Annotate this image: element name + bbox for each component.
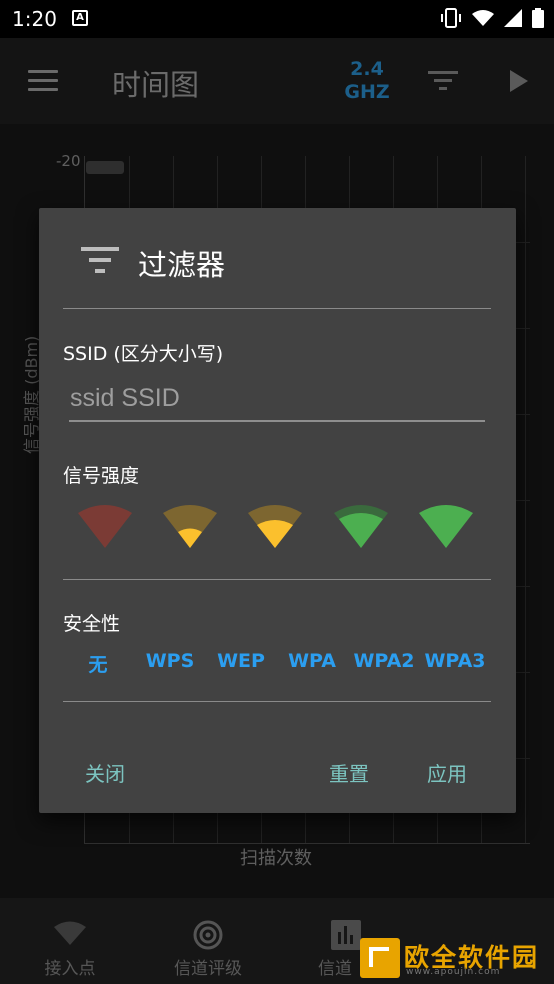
signal-medium-icon[interactable] [247, 504, 303, 550]
wifi-status-icon [472, 10, 494, 26]
nav-access-points[interactable]: 接入点 [0, 898, 140, 984]
radar-icon [193, 920, 223, 950]
reset-button[interactable]: 重置 [329, 758, 369, 787]
signal-low-icon[interactable] [162, 504, 218, 550]
apply-button[interactable]: 应用 [427, 758, 467, 787]
y-tick-label: -20 [56, 152, 81, 170]
play-icon[interactable] [510, 70, 528, 92]
nav-label: 信道评级 [174, 959, 242, 979]
watermark-url: www.apoujin.com [406, 967, 501, 977]
security-option-wpa3[interactable]: WPA3 [423, 650, 487, 672]
vibrate-icon [441, 8, 461, 28]
band-unit: GHZ [344, 81, 390, 103]
security-option-wps[interactable]: WPS [138, 650, 202, 672]
status-time: 1:20 [12, 7, 57, 31]
signal-excellent-icon[interactable] [418, 504, 474, 550]
status-icons [440, 8, 544, 28]
notification-icon: A [72, 10, 88, 26]
status-bar: 1:20 A [0, 0, 554, 38]
dialog-title: 过滤器 [138, 248, 226, 282]
chart-legend [86, 161, 124, 174]
page-title: 时间图 [112, 68, 200, 102]
watermark-logo-icon [360, 938, 400, 978]
signal-none-icon[interactable] [77, 504, 133, 550]
filter-dialog: 过滤器 SSID (区分大小写) 信号强度 安全性 无 WPS WEP WPA … [39, 208, 516, 813]
battery-icon [532, 8, 544, 28]
menu-icon[interactable] [28, 70, 58, 92]
signal-good-icon[interactable] [333, 504, 389, 550]
nav-channel-rating[interactable]: 信道评级 [138, 898, 278, 984]
security-label: 安全性 [63, 613, 121, 635]
filter-icon[interactable] [428, 70, 458, 92]
security-option-none[interactable]: 无 [66, 650, 130, 677]
wifi-icon [54, 921, 86, 945]
divider [63, 701, 491, 702]
security-option-wep[interactable]: WEP [209, 650, 273, 672]
security-option-wpa2[interactable]: WPA2 [352, 650, 416, 672]
divider [63, 308, 491, 309]
watermark: 欧全软件园 www.apoujin.com [356, 936, 550, 980]
filter-icon [81, 247, 119, 273]
close-button[interactable]: 关闭 [85, 758, 125, 787]
x-axis-label: 扫描次数 [240, 848, 312, 869]
ssid-label: SSID (区分大小写) [63, 343, 224, 365]
app-toolbar: 时间图 2.4 GHZ [0, 38, 554, 124]
band-value: 2.4 [350, 58, 384, 80]
band-toggle[interactable]: 2.4 GHZ [342, 58, 392, 104]
divider [63, 579, 491, 580]
ssid-input[interactable] [69, 376, 485, 422]
signal-strength-label: 信号强度 [63, 465, 140, 487]
nav-label: 接入点 [44, 959, 96, 979]
cell-signal-icon [504, 9, 522, 27]
security-option-wpa[interactable]: WPA [280, 650, 344, 672]
